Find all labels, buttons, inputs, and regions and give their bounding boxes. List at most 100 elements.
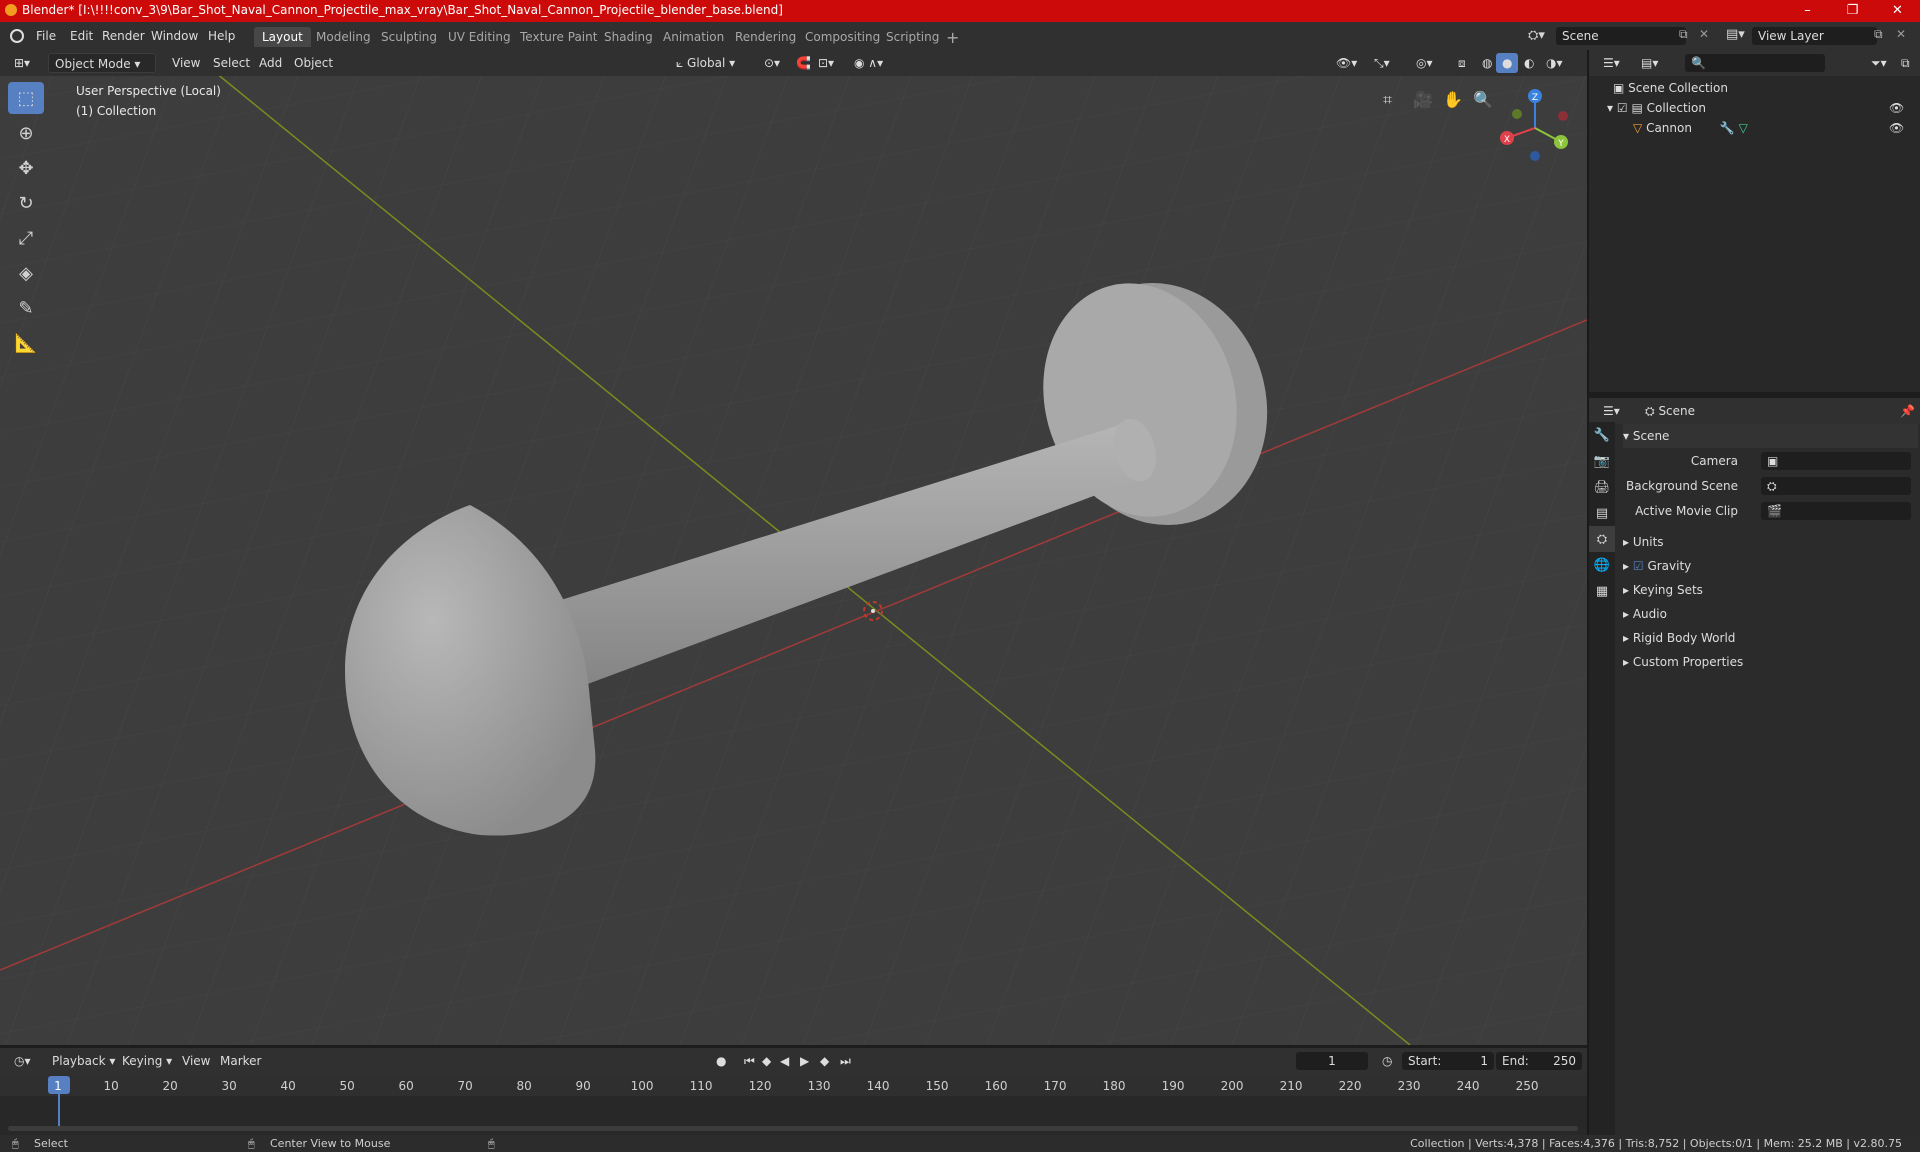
tab-scripting[interactable]: Scripting <box>878 27 947 47</box>
delete-view-layer-icon[interactable]: ✕ <box>1896 27 1906 41</box>
transform-tool[interactable]: ◈ <box>8 257 44 289</box>
background-scene-field[interactable]: ⛭ <box>1761 477 1911 495</box>
world-tab-icon[interactable]: 🌐 <box>1589 552 1615 578</box>
scene-selector[interactable]: Scene <box>1556 27 1686 45</box>
camera-view-icon[interactable]: 🎥 <box>1413 90 1433 109</box>
editor-type-icon[interactable]: ⊞▾ <box>8 53 36 73</box>
tab-layout[interactable]: Layout <box>254 27 311 47</box>
menu-help[interactable]: Help <box>202 27 241 45</box>
material-shading-icon[interactable]: ◐ <box>1518 53 1540 73</box>
preview-range-icon[interactable]: ◷ <box>1376 1051 1398 1071</box>
view-layer-selector[interactable]: View Layer <box>1752 27 1877 45</box>
navigation-gizmo[interactable]: Z X Y <box>1495 84 1575 164</box>
camera-field[interactable]: ▣ <box>1761 452 1911 470</box>
menu-edit[interactable]: Edit <box>64 27 99 45</box>
add-workspace-icon[interactable]: + <box>946 28 959 47</box>
play-button[interactable]: ▶ <box>794 1051 815 1071</box>
new-collection-icon[interactable]: ⧉ <box>1895 53 1916 73</box>
object-visibility-icon[interactable]: 👁▾ <box>1330 53 1363 73</box>
viewport-menu-add[interactable]: Add <box>253 53 288 73</box>
start-frame-field[interactable]: Start: 1 <box>1402 1052 1494 1070</box>
tab-texture-paint[interactable]: Texture Paint <box>512 27 605 47</box>
rigid-body-world-panel[interactable]: ▸ Rigid Body World <box>1623 626 1918 650</box>
timeline-menu-playback[interactable]: Playback ▾ <box>46 1051 121 1071</box>
collection-checkbox[interactable]: ☑ <box>1617 101 1628 115</box>
custom-properties-panel[interactable]: ▸ Custom Properties <box>1623 650 1918 674</box>
audio-panel[interactable]: ▸ Audio <box>1623 602 1918 626</box>
tab-compositing[interactable]: Compositing <box>797 27 888 47</box>
texture-tab-icon[interactable]: ▦ <box>1589 578 1615 604</box>
timeline-scrollbar[interactable] <box>8 1126 1578 1131</box>
tab-uv-editing[interactable]: UV Editing <box>440 27 519 47</box>
blender-menu-icon[interactable] <box>10 29 24 43</box>
next-keyframe-button[interactable]: ◆ <box>814 1051 835 1071</box>
tab-sculpting[interactable]: Sculpting <box>373 27 445 47</box>
measure-tool[interactable]: 📐 <box>8 327 44 359</box>
jump-end-button[interactable]: ⏭ <box>834 1051 857 1071</box>
scene-panel-header[interactable]: ▾ Scene <box>1623 424 1918 448</box>
move-tool[interactable]: ✥ <box>8 152 44 184</box>
timeline-editor-icon[interactable]: ◷▾ <box>8 1051 37 1071</box>
select-box-tool[interactable]: ⬚ <box>8 82 44 114</box>
pin-icon[interactable]: 📌 <box>1894 401 1920 421</box>
rotate-tool[interactable]: ↻ <box>8 187 44 219</box>
maximize-button[interactable]: ❐ <box>1830 0 1875 22</box>
annotate-tool[interactable]: ✎ <box>8 292 44 324</box>
active-movie-clip-field[interactable]: 🎬 <box>1761 502 1911 520</box>
end-frame-field[interactable]: End: 250 <box>1496 1052 1582 1070</box>
pan-view-icon[interactable]: ✋ <box>1443 90 1463 109</box>
timeline-menu-keying[interactable]: Keying ▾ <box>116 1051 178 1071</box>
snap-target-icon[interactable]: ⊡▾ <box>812 53 840 73</box>
render-tab-icon[interactable]: 📷 <box>1589 448 1615 474</box>
gravity-checkbox[interactable]: ☑ <box>1633 559 1644 573</box>
new-view-layer-icon[interactable]: ⧉ <box>1874 27 1883 42</box>
timeline-menu-marker[interactable]: Marker <box>214 1051 267 1071</box>
menu-render[interactable]: Render <box>96 27 151 45</box>
cursor-tool[interactable]: ⊕ <box>8 117 44 149</box>
current-frame-field[interactable]: 1 <box>1296 1052 1368 1070</box>
xray-icon[interactable]: ⧈ <box>1452 53 1472 73</box>
cannon-visibility-icon[interactable]: 👁 <box>1889 118 1904 138</box>
transform-orientation[interactable]: ⟀ Global ▾ <box>670 53 741 73</box>
viewport-menu-object[interactable]: Object <box>288 53 339 73</box>
close-button[interactable]: ✕ <box>1875 0 1920 22</box>
pivot-icon[interactable]: ⊙▾ <box>758 53 786 73</box>
collection-visibility-icon[interactable]: 👁 <box>1889 98 1904 118</box>
outliner-row-cannon[interactable]: ▽ Cannon 🔧 ▽ 👁 <box>1633 118 1917 138</box>
outliner-row-scene-collection[interactable]: ▣ Scene Collection <box>1613 78 1728 98</box>
view-layer-tab-icon[interactable]: ▤ <box>1589 500 1615 526</box>
view-layer-icon[interactable]: ▤▾ <box>1726 27 1745 42</box>
modifier-icon[interactable]: 🔧 <box>1720 121 1735 135</box>
3d-viewport[interactable]: ⬚ ⊕ ✥ ↻ ⤢ ◈ ✎ 📐 User Perspective (Local)… <box>0 50 1587 1045</box>
scale-tool[interactable]: ⤢ <box>8 222 44 254</box>
delete-scene-icon[interactable]: ✕ <box>1699 27 1709 41</box>
viewport-menu-select[interactable]: Select <box>207 53 256 73</box>
solid-shading-icon[interactable]: ● <box>1496 53 1519 73</box>
mesh-data-icon[interactable]: ▽ <box>1739 121 1748 135</box>
proportional-edit-icon[interactable]: ◉ ∧▾ <box>848 53 889 73</box>
keying-sets-panel[interactable]: ▸ Keying Sets <box>1623 578 1918 602</box>
outliner-editor-icon[interactable]: ☰▾ <box>1597 53 1626 73</box>
play-reverse-button[interactable]: ◀ <box>774 1051 795 1071</box>
tool-tab-icon[interactable]: 🔧 <box>1589 422 1615 448</box>
scene-tab-icon[interactable]: ⛭ <box>1589 526 1615 552</box>
menu-window[interactable]: Window <box>145 27 204 45</box>
menu-file[interactable]: File <box>30 27 62 45</box>
tab-shading[interactable]: Shading <box>596 27 661 47</box>
gizmo-toggle-icon[interactable]: ⤡▾ <box>1368 53 1396 73</box>
tab-modeling[interactable]: Modeling <box>308 27 379 47</box>
rendered-shading-icon[interactable]: ◑▾ <box>1540 53 1569 73</box>
gravity-panel[interactable]: ▸ ☑ Gravity <box>1623 554 1918 578</box>
output-tab-icon[interactable]: 🖨 <box>1589 474 1615 500</box>
new-scene-icon[interactable]: ⧉ <box>1679 27 1688 42</box>
minimize-button[interactable]: – <box>1785 0 1830 22</box>
viewport-menu-view[interactable]: View <box>166 53 206 73</box>
properties-editor-icon[interactable]: ☰▾ <box>1597 401 1626 421</box>
record-button[interactable]: ● <box>710 1051 732 1071</box>
filter-icon[interactable]: ⏷▾ <box>1865 53 1893 73</box>
tab-animation[interactable]: Animation <box>655 27 732 47</box>
tab-rendering[interactable]: Rendering <box>727 27 804 47</box>
overlays-icon[interactable]: ◎▾ <box>1410 53 1439 73</box>
units-panel[interactable]: ▸ Units <box>1623 530 1918 554</box>
mode-selector[interactable]: Object Mode ▾ <box>48 53 156 73</box>
